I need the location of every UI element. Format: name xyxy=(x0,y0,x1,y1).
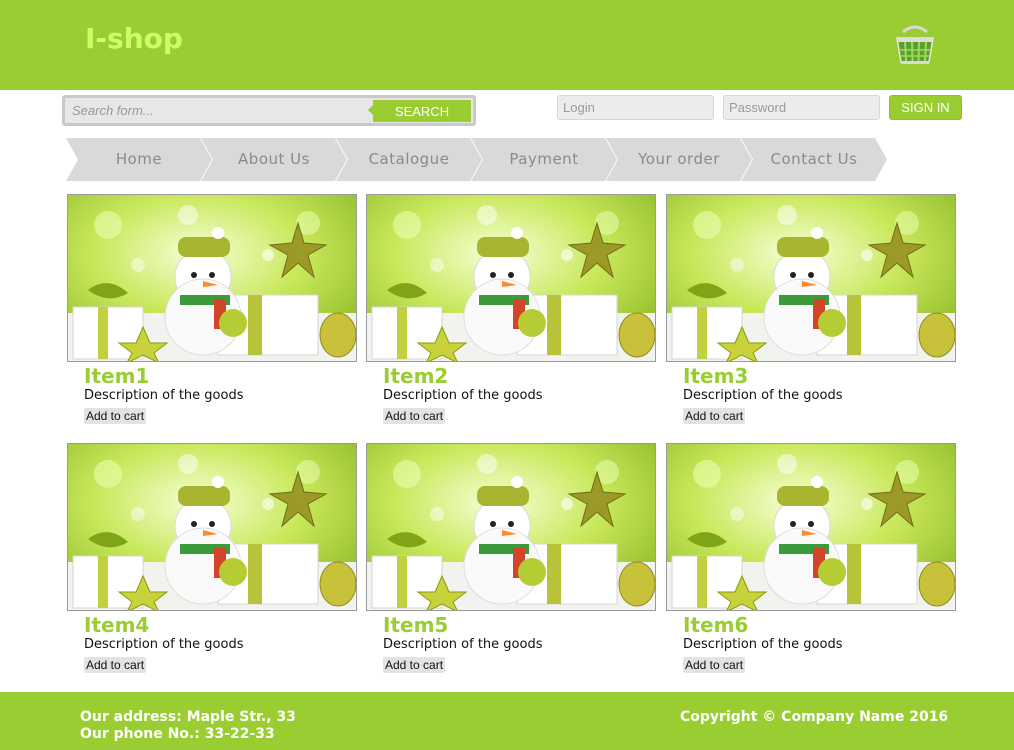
product-image[interactable] xyxy=(366,194,656,362)
product-description: Description of the goods xyxy=(84,637,244,652)
password-field[interactable] xyxy=(723,95,880,120)
add-to-cart-button[interactable]: Add to cart xyxy=(84,408,147,424)
shopping-basket-icon[interactable] xyxy=(893,24,937,66)
nav-label[interactable]: Catalogue xyxy=(336,138,482,181)
product-description: Description of the goods xyxy=(683,637,843,652)
product-title[interactable]: Item2 xyxy=(383,364,448,388)
nav-label[interactable]: About Us xyxy=(201,138,347,181)
header: I-shop xyxy=(0,0,1014,90)
nav-item-catalogue[interactable]: Catalogue xyxy=(336,138,482,181)
nav-item-contact-us[interactable]: Contact Us xyxy=(741,138,887,181)
footer: Our address: Maple Str., 33 Our phone No… xyxy=(0,692,1014,750)
footer-phone: Our phone No.: 33-22-33 xyxy=(80,726,275,742)
nav-item-about-us[interactable]: About Us xyxy=(201,138,347,181)
add-to-cart-button[interactable]: Add to cart xyxy=(683,408,746,424)
site-logo[interactable]: I-shop xyxy=(85,22,183,55)
product-title[interactable]: Item4 xyxy=(84,613,149,637)
nav-label[interactable]: Payment xyxy=(471,138,617,181)
search-form: SEARCH xyxy=(62,95,476,126)
add-to-cart-button[interactable]: Add to cart xyxy=(683,657,746,673)
product-image[interactable] xyxy=(67,194,357,362)
nav-label[interactable]: Contact Us xyxy=(741,138,887,181)
product-title[interactable]: Item6 xyxy=(683,613,748,637)
main-nav: Home About Us Catalogue Payment Your ord… xyxy=(66,138,896,181)
nav-item-home[interactable]: Home xyxy=(66,138,212,181)
product-image[interactable] xyxy=(67,443,357,611)
product-title[interactable]: Item3 xyxy=(683,364,748,388)
footer-copyright: Copyright © Company Name 2016 xyxy=(680,709,949,725)
product-description: Description of the goods xyxy=(683,388,843,403)
product-description: Description of the goods xyxy=(383,637,543,652)
search-input[interactable] xyxy=(68,100,374,121)
product-title[interactable]: Item5 xyxy=(383,613,448,637)
add-to-cart-button[interactable]: Add to cart xyxy=(383,408,446,424)
nav-label[interactable]: Home xyxy=(66,138,212,181)
login-field[interactable] xyxy=(557,95,714,120)
product-description: Description of the goods xyxy=(383,388,543,403)
search-button[interactable]: SEARCH xyxy=(373,100,471,122)
product-image[interactable] xyxy=(366,443,656,611)
nav-item-your-order[interactable]: Your order xyxy=(606,138,752,181)
product-description: Description of the goods xyxy=(84,388,244,403)
add-to-cart-button[interactable]: Add to cart xyxy=(84,657,147,673)
nav-item-payment[interactable]: Payment xyxy=(471,138,617,181)
footer-address: Our address: Maple Str., 33 xyxy=(80,709,296,725)
product-image[interactable] xyxy=(666,443,956,611)
sign-in-button[interactable]: SIGN IN xyxy=(889,95,962,120)
product-image[interactable] xyxy=(666,194,956,362)
add-to-cart-button[interactable]: Add to cart xyxy=(383,657,446,673)
product-title[interactable]: Item1 xyxy=(84,364,149,388)
nav-label[interactable]: Your order xyxy=(606,138,752,181)
